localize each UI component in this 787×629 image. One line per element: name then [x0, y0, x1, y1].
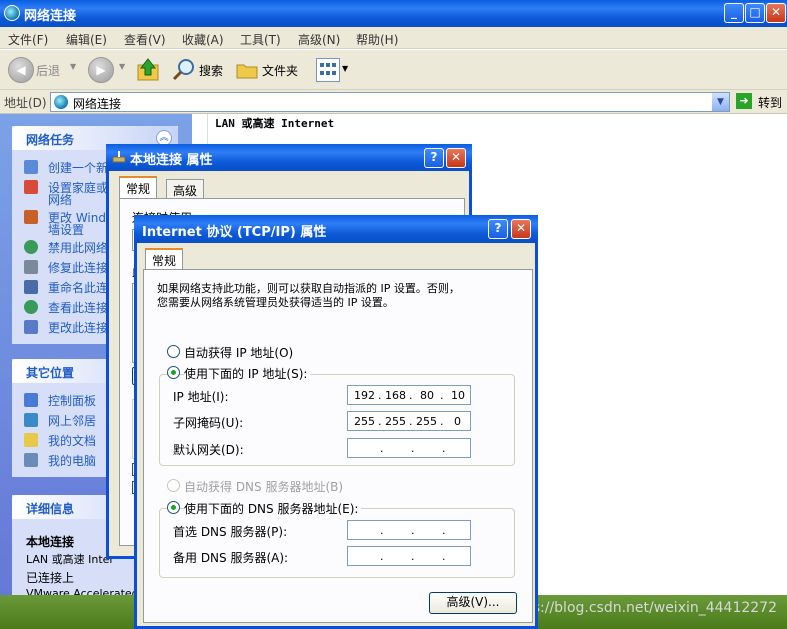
disable-network-icon	[24, 240, 38, 254]
up-folder-icon[interactable]	[136, 57, 160, 83]
manual-ip-radio[interactable]	[167, 366, 180, 379]
lan-tab-advanced[interactable]: 高级	[166, 179, 205, 199]
gateway-label: 默认网关(D):	[173, 443, 244, 457]
details-name: 本地连接	[26, 535, 75, 549]
menu-help[interactable]: 帮助(H)	[356, 31, 398, 48]
folders-button[interactable]: 文件夹	[262, 62, 298, 79]
advanced-button[interactable]: 高级(V)...	[429, 592, 517, 614]
search-icon[interactable]	[172, 58, 196, 82]
new-connection-icon	[24, 160, 38, 174]
address-bar: 地址(D) 网络连接 ▼ ➜ 转到	[0, 90, 787, 114]
status-icon	[24, 300, 38, 314]
auto-ip-radio[interactable]	[167, 345, 180, 358]
list-group-header: LAN 或高速 Internet	[215, 117, 335, 130]
menu-tools[interactable]: 工具(T)	[240, 31, 281, 48]
lan-tab-general[interactable]: 常规	[119, 176, 158, 198]
folders-icon[interactable]	[236, 59, 258, 81]
manual-dns-group	[159, 508, 515, 578]
tcpip-dialog-title-bar: Internet 协议 (TCP/IP) 属性 ? ✕	[134, 215, 538, 243]
maximize-button[interactable]: □	[745, 3, 765, 23]
auto-dns-label[interactable]: 自动获得 DNS 服务器地址(B)	[184, 478, 343, 495]
views-dropdown-icon[interactable]: ▼	[342, 64, 348, 73]
forward-arrow-icon[interactable]: ▶	[88, 57, 114, 83]
go-button[interactable]: 转到	[758, 94, 782, 111]
manual-dns-label[interactable]: 使用下面的 DNS 服务器地址(E):	[184, 500, 362, 517]
back-arrow-icon[interactable]: ◀	[8, 57, 34, 83]
intro-line-2: 您需要从网络系统管理员处获得适当的 IP 设置。	[157, 296, 394, 309]
tcpip-tab-general[interactable]: 常规	[145, 248, 184, 270]
menu-edit[interactable]: 编辑(E)	[66, 31, 107, 48]
wrench-icon	[24, 260, 38, 274]
go-arrow-icon[interactable]: ➜	[736, 93, 752, 109]
menu-advanced[interactable]: 高级(N)	[298, 31, 340, 48]
firewall-icon	[24, 210, 38, 224]
ip-address-label: IP 地址(I):	[173, 390, 229, 404]
lan-dialog-title-bar: 本地连接 属性 ? ✕	[106, 144, 472, 171]
ip-address-field[interactable]: 192 . 168 . 80 . 10	[347, 385, 471, 405]
lan-connection-icon	[112, 150, 126, 164]
lan-help-button[interactable]: ?	[424, 148, 444, 168]
minimize-button[interactable]: _	[724, 3, 744, 23]
window-title: 网络连接	[24, 9, 77, 24]
my-documents-icon	[24, 433, 38, 447]
details-type: LAN 或高速 Inter	[26, 553, 114, 566]
menu-file[interactable]: 文件(F)	[8, 31, 48, 48]
network-connections-icon	[4, 5, 20, 21]
manual-ip-label[interactable]: 使用下面的 IP 地址(S):	[184, 365, 311, 382]
close-button[interactable]: ✕	[766, 3, 786, 23]
tcpip-help-button[interactable]: ?	[488, 219, 508, 239]
lan-dialog-title: 本地连接 属性	[130, 153, 213, 168]
auto-ip-label[interactable]: 自动获得 IP 地址(O)	[184, 344, 293, 361]
alternate-dns-label: 备用 DNS 服务器(A):	[173, 551, 289, 565]
my-computer-icon	[24, 453, 38, 467]
menu-view[interactable]: 查看(V)	[124, 31, 166, 48]
address-dropdown-icon[interactable]: ▼	[712, 93, 729, 111]
network-places-icon	[24, 413, 38, 427]
preferred-dns-label: 首选 DNS 服务器(P):	[173, 525, 288, 539]
manual-dns-radio[interactable]	[167, 501, 180, 514]
watermark-text: https://blog.csdn.net/weixin_44412272	[503, 600, 777, 616]
back-dropdown-icon[interactable]: ▼	[70, 62, 76, 71]
address-input[interactable]: 网络连接 ▼	[50, 92, 730, 112]
home-network-icon	[24, 180, 38, 194]
tcpip-properties-dialog: Internet 协议 (TCP/IP) 属性 ? ✕ 常规 如果网络支持此功能…	[134, 215, 538, 629]
alternate-dns-field[interactable]: ...	[347, 546, 471, 566]
address-value: 网络连接	[73, 97, 122, 111]
menu-bar: 文件(F) 编辑(E) 查看(V) 收藏(A) 工具(T) 高级(N) 帮助(H…	[0, 27, 787, 73]
views-icon[interactable]	[316, 58, 340, 82]
preferred-dns-field[interactable]: ...	[347, 520, 471, 540]
back-label[interactable]: 后退	[36, 62, 60, 79]
tcpip-dialog-title: Internet 协议 (TCP/IP) 属性	[142, 225, 327, 240]
lan-close-button[interactable]: ✕	[446, 148, 466, 168]
auto-dns-radio[interactable]	[167, 479, 180, 492]
subnet-mask-field[interactable]: 255 . 255 . 255 . 0	[347, 411, 471, 431]
tcpip-close-button[interactable]: ✕	[511, 219, 531, 239]
menu-favorites[interactable]: 收藏(A)	[182, 31, 224, 48]
rename-icon	[24, 280, 38, 294]
address-label: 地址(D)	[4, 96, 47, 110]
gateway-field[interactable]: ...	[347, 438, 471, 458]
details-status: 已连接上	[26, 571, 75, 585]
control-panel-icon	[24, 393, 38, 407]
title-bar: 网络连接 _ □ ✕	[0, 0, 787, 27]
forward-dropdown-icon[interactable]: ▼	[119, 62, 125, 71]
network-icon	[54, 95, 68, 109]
subnet-mask-label: 子网掩码(U):	[173, 416, 244, 430]
settings-icon	[24, 320, 38, 334]
toolbar: ◀ 后退 ▼ ▶ ▼ 搜索 文件夹 ▼	[0, 50, 787, 90]
tcpip-general-page: 如果网络支持此功能，则可以获取自动指派的 IP 设置。否则， 您需要从网络系统管…	[143, 269, 533, 623]
search-button[interactable]: 搜索	[199, 62, 223, 79]
